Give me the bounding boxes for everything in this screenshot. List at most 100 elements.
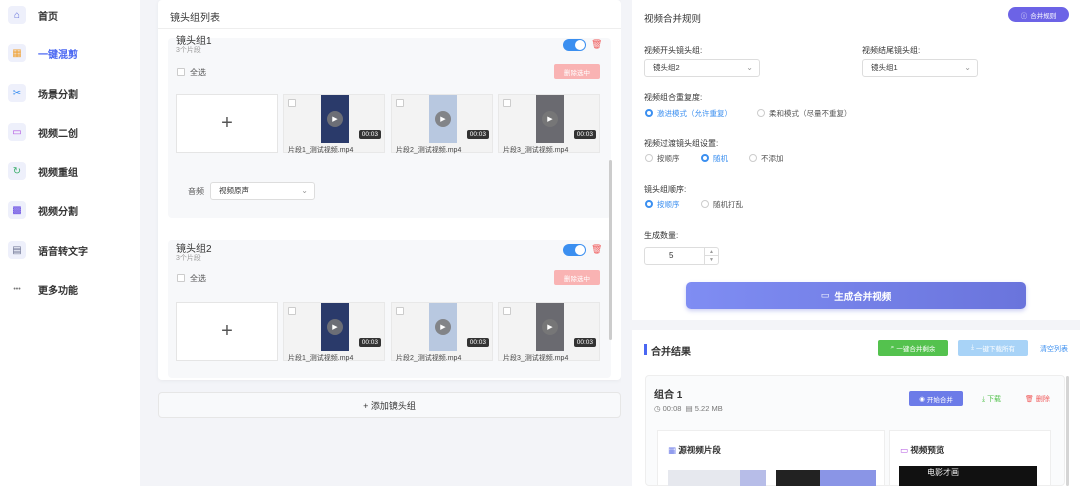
clip-card[interactable]: ▶ 00:03 片段3_测试视频.mp4 xyxy=(498,94,600,154)
transition-radio-random[interactable] xyxy=(701,154,709,162)
repeat-radio-soft[interactable] xyxy=(757,109,765,117)
clip-name: 片段1_测试视频.mp4 xyxy=(288,147,354,154)
select-all-checkbox[interactable] xyxy=(177,274,185,282)
clip-duration: 00:03 xyxy=(466,338,489,347)
document-icon: ▤ xyxy=(8,241,26,259)
results-title: 合并结果 xyxy=(651,347,691,358)
play-icon[interactable]: ▶ xyxy=(435,319,451,335)
rules-button[interactable]: ⓘ 合并规则 xyxy=(1008,7,1069,22)
grid-icon: ▦ xyxy=(8,44,26,62)
file-icon: ▤ xyxy=(685,404,693,413)
sidebar-item-label: 视频重组 xyxy=(38,167,78,179)
clip-duration: 00:03 xyxy=(466,130,489,139)
count-stepper[interactable]: 5 ▲ ▼ xyxy=(644,247,719,265)
transition-radio-order[interactable] xyxy=(645,154,653,162)
results-scrollbar[interactable] xyxy=(1066,376,1069,486)
sidebar-item-6[interactable]: ▤ 语音转文字 xyxy=(8,237,132,263)
clip-checkbox[interactable] xyxy=(288,99,296,107)
clip-name: 片段3_测试视频.mp4 xyxy=(503,147,569,154)
clip-name: 片段2_测试视频.mp4 xyxy=(396,147,462,154)
delete-label: 删除 xyxy=(1035,396,1050,403)
clip-card[interactable]: ▶ 00:03 片段2_测试视频.mp4 xyxy=(391,94,493,154)
group-toggle[interactable] xyxy=(563,244,586,256)
combo-size: 5.22 MB xyxy=(694,404,723,413)
sidebar-item-2[interactable]: ✂ 场景分割 xyxy=(8,80,132,106)
merge-remaining-button[interactable]: ⌕ 一键合并剩余 xyxy=(878,340,948,356)
tiles-icon: ▩ xyxy=(8,201,26,219)
sidebar-item-label: 一键混剪 xyxy=(38,49,78,61)
add-clip-button[interactable]: + xyxy=(176,94,278,153)
clear-list-link[interactable]: 清空列表 xyxy=(1040,344,1068,354)
divider xyxy=(158,28,621,29)
download-all-button[interactable]: ⤓ 一键下载所有 xyxy=(958,340,1028,356)
combo-meta: ◷ 00:08 ▤ 5.22 MB xyxy=(654,404,723,413)
order-radio-sequential[interactable] xyxy=(645,200,653,208)
sidebar-item-label: 更多功能 xyxy=(38,285,78,297)
stepper-down-icon[interactable]: ▼ xyxy=(705,256,718,264)
count-value: 5 xyxy=(669,251,674,260)
sidebar-item-label: 首页 xyxy=(38,11,58,23)
trash-icon[interactable]: 🗑 xyxy=(591,39,602,50)
add-clip-button[interactable]: + xyxy=(176,302,278,361)
scrollbar[interactable] xyxy=(609,160,612,340)
download-all-label: 一键下载所有 xyxy=(975,346,1015,353)
play-icon[interactable]: ▶ xyxy=(542,111,558,127)
clip-card[interactable]: ▶ 00:03 片段2_测试视频.mp4 xyxy=(391,302,493,362)
plus-icon: + xyxy=(221,112,233,134)
repeat-radio-aggressive[interactable] xyxy=(645,109,653,117)
audio-select-value: 视频原声 xyxy=(219,186,249,195)
group-toggle[interactable] xyxy=(563,39,586,51)
sidebar-item-3[interactable]: ▭ 视频二创 xyxy=(8,119,132,145)
order-option-shuffle: 随机打乱 xyxy=(713,200,743,209)
play-icon[interactable]: ▶ xyxy=(435,111,451,127)
delete-button[interactable]: 🗑 删除 xyxy=(1025,394,1050,404)
add-group-button[interactable]: + 添加镜头组 xyxy=(158,392,621,418)
opening-select-value: 镜头组2 xyxy=(653,63,680,72)
ending-select[interactable]: 镜头组1 ⌄ xyxy=(862,59,978,77)
sidebar-item-0[interactable]: ⌂ 首页 xyxy=(8,2,132,28)
play-icon[interactable]: ▶ xyxy=(327,319,343,335)
audio-select[interactable]: 视频原声 ⌄ xyxy=(210,182,315,200)
more-icon: ••• xyxy=(13,285,21,293)
plus-icon: + xyxy=(221,320,233,342)
transition-radio-none[interactable] xyxy=(749,154,757,162)
clip-name: 片段2_测试视频.mp4 xyxy=(396,355,462,362)
select-all-checkbox[interactable] xyxy=(177,68,185,76)
clip-checkbox[interactable] xyxy=(503,307,511,315)
group-count: 3个片段 xyxy=(176,47,201,54)
sidebar-item-4[interactable]: ↻ 视频重组 xyxy=(8,158,132,184)
source-thumb xyxy=(820,470,876,486)
sidebar-item-label: 语音转文字 xyxy=(38,246,88,258)
delete-selected-button[interactable]: 删除选中 xyxy=(554,64,600,79)
play-icon[interactable]: ▶ xyxy=(327,111,343,127)
clip-checkbox[interactable] xyxy=(288,307,296,315)
download-icon: ⤓ xyxy=(982,396,986,403)
info-icon: ⓘ xyxy=(1020,12,1028,20)
start-merge-button[interactable]: ◉ 开始合并 xyxy=(909,391,963,406)
stepper-up-icon[interactable]: ▲ xyxy=(705,248,718,256)
clip-card[interactable]: ▶ 00:03 片段3_测试视频.mp4 xyxy=(498,302,600,362)
download-button[interactable]: ⤓ 下载 xyxy=(982,394,1001,404)
sidebar-item-7[interactable]: ••• 更多功能 xyxy=(8,276,132,302)
clip-checkbox[interactable] xyxy=(503,99,511,107)
opening-select[interactable]: 镜头组2 ⌄ xyxy=(644,59,760,77)
clip-card[interactable]: ▶ 00:03 片段1_测试视频.mp4 xyxy=(283,302,385,362)
transition-option-order: 按顺序 xyxy=(657,154,680,163)
clip-card[interactable]: ▶ 00:03 片段1_测试视频.mp4 xyxy=(283,94,385,154)
video-preview[interactable]: 电影才画 xyxy=(899,466,1037,486)
sidebar-item-5[interactable]: ▩ 视频分割 xyxy=(8,197,132,223)
trash-icon[interactable]: 🗑 xyxy=(591,244,602,255)
combo-duration: 00:08 xyxy=(662,404,682,413)
sidebar: ⌂ 首页 ▦ 一键混剪 ✂ 场景分割 ▭ 视频二创 ↻ 视频重组 ▩ 视频分割 ▤ 语音转文字 ••• 更多功… xyxy=(0,0,140,486)
play-icon[interactable]: ▶ xyxy=(542,319,558,335)
clip-checkbox[interactable] xyxy=(396,99,404,107)
rules-button-label: 合并规则 xyxy=(1030,12,1057,20)
delete-selected-button[interactable]: 删除选中 xyxy=(554,270,600,285)
clip-checkbox[interactable] xyxy=(396,307,404,315)
order-radio-shuffle[interactable] xyxy=(701,200,709,208)
clip-name: 片段3_测试视频.mp4 xyxy=(503,355,569,362)
clip-duration: 00:03 xyxy=(358,130,381,139)
sidebar-item-1[interactable]: ▦ 一键混剪 xyxy=(8,40,132,66)
generate-button[interactable]: ▭ 生成合并视频 xyxy=(686,282,1026,309)
scissors-icon: ✂ xyxy=(8,84,26,102)
